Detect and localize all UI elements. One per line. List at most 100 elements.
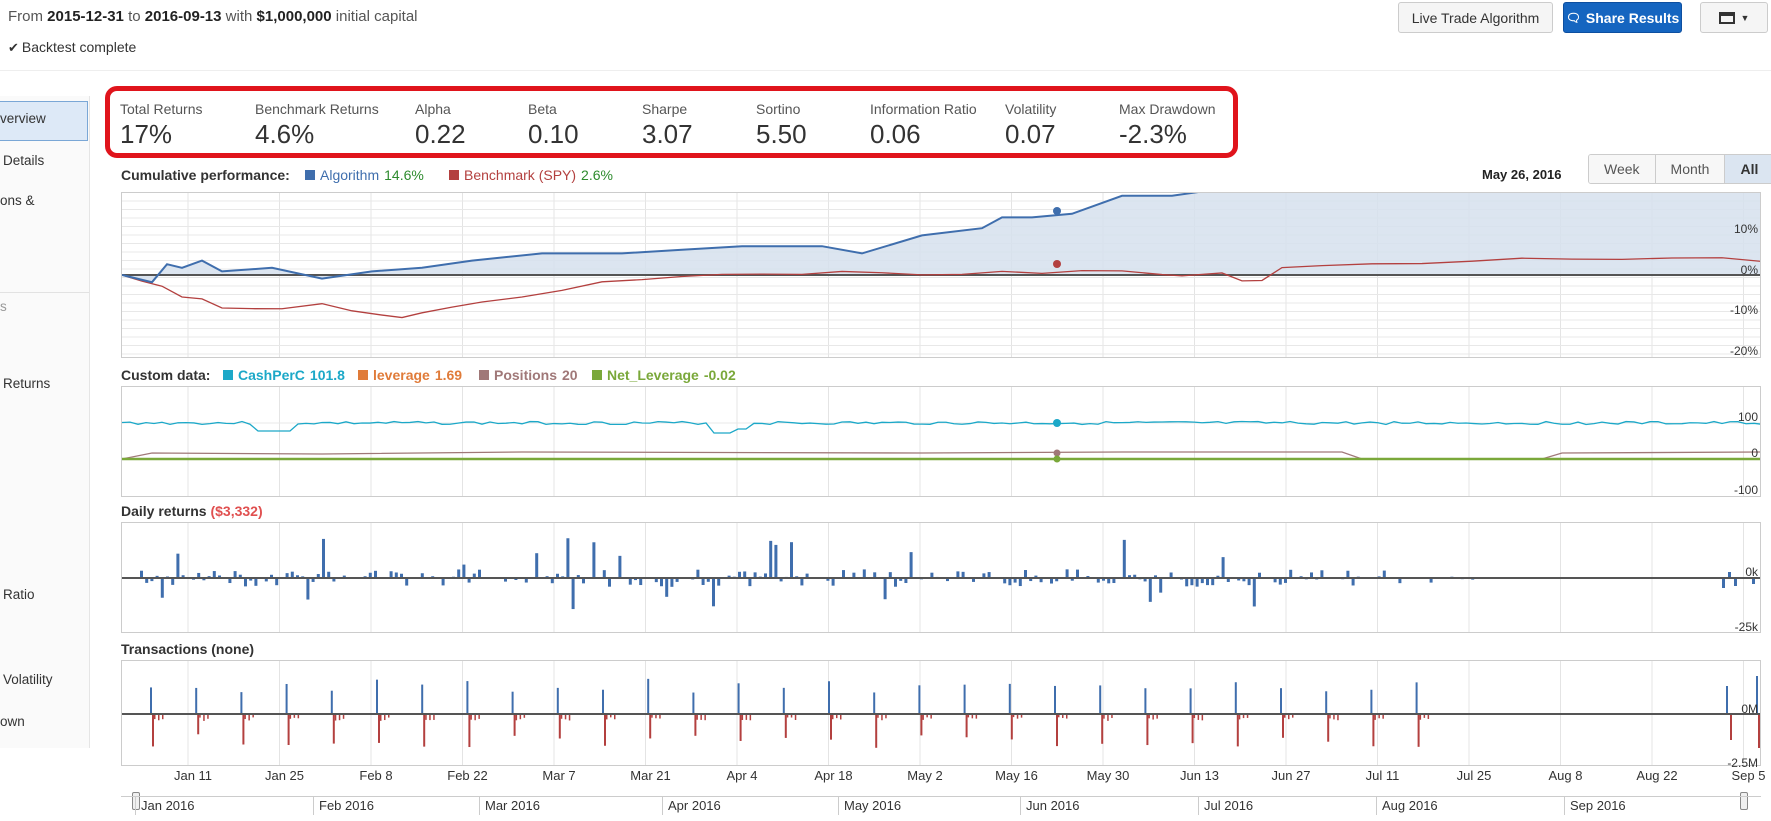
- transactions-chart[interactable]: [121, 660, 1761, 766]
- daily-return-bar: [618, 555, 622, 578]
- sell-bar: [1372, 714, 1375, 747]
- daily-title: Daily returns ($3,332): [121, 503, 263, 519]
- x-tick-label: Jul 11: [1365, 768, 1400, 783]
- cumulative-title: Cumulative performance:: [121, 167, 290, 183]
- x-tick-label: Jun 13: [1179, 768, 1220, 783]
- stat-value: 17%: [120, 119, 173, 149]
- stat-label: Sharpe: [642, 101, 688, 117]
- sidebar-item-ratio[interactable]: Ratio: [3, 587, 35, 602]
- daily-return-bar: [140, 570, 143, 578]
- daily-return-bar: [862, 569, 866, 578]
- range-week-button[interactable]: Week: [1589, 155, 1655, 183]
- sidebar-item-volatility[interactable]: Volatility: [3, 672, 53, 687]
- buy-bar: [692, 692, 695, 714]
- cumulative-chart[interactable]: [121, 192, 1761, 358]
- share-results-button[interactable]: 🗨 Share Results: [1563, 2, 1682, 33]
- stat-value: 3.07: [642, 119, 693, 149]
- daily-return-bar: [909, 552, 913, 578]
- legend-swatch: [479, 370, 489, 380]
- buy-bar: [1144, 688, 1147, 714]
- legend-swatch: [449, 170, 459, 180]
- daily-return-bar: [800, 578, 804, 586]
- sidebar-item-details[interactable]: Details: [3, 153, 44, 168]
- sidebar-item-drawdown[interactable]: own: [0, 714, 25, 729]
- live-trade-button[interactable]: Live Trade Algorithm: [1398, 2, 1553, 33]
- daily-return-bar: [566, 538, 570, 578]
- chat-icon: 🗨: [1565, 10, 1581, 25]
- daily-return-bar: [602, 570, 606, 578]
- daily-return-bar: [405, 578, 409, 586]
- check-icon: ✔: [8, 40, 19, 55]
- navigator-month-label: Sep 2016: [1564, 797, 1626, 815]
- buy-bar: [1325, 691, 1328, 714]
- daily-return-bar: [696, 569, 700, 578]
- daily-return-bar: [1247, 578, 1251, 586]
- buy-bar: [150, 687, 152, 714]
- sidebar-divider: [0, 292, 89, 293]
- stat-sortino: Sortino 5.50: [756, 101, 807, 150]
- navigator-month-label: Aug 2016: [1376, 797, 1438, 815]
- daily-return-bar: [842, 570, 845, 578]
- range-all-button[interactable]: All: [1724, 155, 1771, 183]
- daily-return-bar: [1221, 557, 1225, 578]
- range-month-button[interactable]: Month: [1654, 155, 1725, 183]
- x-tick-label: May 16: [995, 768, 1038, 783]
- x-tick-label: Apr 18: [814, 768, 853, 783]
- legend-algorithm[interactable]: Algorithm 14.6%: [305, 167, 424, 183]
- buy-bar: [1280, 688, 1282, 714]
- x-tick-label: Apr 4: [726, 768, 758, 783]
- sidebar-item-overview[interactable]: verview: [0, 111, 46, 126]
- daily-return-bar: [171, 578, 175, 585]
- navigator-month-label: Jun 2016: [1020, 797, 1080, 815]
- legend-swatch: [223, 370, 233, 380]
- x-tick-label: Feb 22: [447, 768, 488, 783]
- legend-positions[interactable]: Positions 20: [479, 367, 578, 383]
- daily-return-bar: [389, 571, 393, 578]
- caret-down-icon: ▼: [1740, 12, 1750, 23]
- range-navigator[interactable]: Jan 2016 Feb 2016 Mar 2016 Apr 2016 May 2016…: [121, 796, 1761, 821]
- sidebar-item-metrics[interactable]: s: [0, 299, 7, 314]
- sell-bar: [649, 714, 652, 739]
- legend-net-leverage[interactable]: Net_Leverage -0.02: [592, 367, 736, 383]
- sell-bar: [1417, 714, 1420, 747]
- table-icon: [1718, 11, 1735, 24]
- custom-data-chart[interactable]: [121, 386, 1761, 497]
- daily-return-bar: [769, 540, 773, 578]
- sidebar-item-returns[interactable]: Returns: [3, 376, 50, 391]
- sell-bar: [558, 714, 561, 739]
- y-tick: 0%: [1740, 263, 1758, 277]
- stat-total-returns: Total Returns 17%: [120, 101, 202, 150]
- daily-return-bar: [233, 571, 237, 578]
- sell-bar: [1730, 714, 1732, 740]
- buy-bar: [737, 683, 740, 714]
- legend-cashperc[interactable]: CashPerC 101.8: [223, 367, 345, 383]
- daily-return-bar: [322, 538, 325, 578]
- benchmark-marker: [1053, 260, 1061, 268]
- daily-return-bar: [1734, 578, 1737, 586]
- daily-return-bar: [462, 564, 466, 578]
- layout-menu-button[interactable]: ▼: [1700, 2, 1768, 33]
- sell-bar: [332, 714, 335, 744]
- legend-benchmark[interactable]: Benchmark (SPY) 2.6%: [449, 167, 613, 183]
- y-tick: 100: [1737, 410, 1758, 424]
- legend-leverage[interactable]: leverage 1.69: [358, 367, 462, 383]
- stat-label: Benchmark Returns: [255, 101, 379, 117]
- daily-return-bar: [1289, 569, 1293, 578]
- stat-value: 0.10: [528, 119, 579, 149]
- stat-label: Volatility: [1005, 101, 1057, 117]
- daily-return-bar: [441, 578, 445, 586]
- legend-swatch: [305, 170, 315, 180]
- y-tick: -100: [1733, 483, 1758, 497]
- y-tick: -25k: [1734, 620, 1758, 634]
- buy-bar: [1370, 689, 1373, 714]
- y-tick: 0k: [1745, 565, 1758, 579]
- buy-bar: [918, 685, 921, 714]
- daily-returns-chart[interactable]: [121, 522, 1761, 633]
- sidebar-item-positions[interactable]: ons &: [0, 193, 35, 208]
- buy-bar: [1099, 685, 1102, 714]
- backtest-status: ✔ Backtest complete: [8, 39, 137, 55]
- daily-return-bar: [1195, 578, 1199, 587]
- sell-bar: [197, 714, 200, 735]
- x-axis: Jan 11 Jan 25 Feb 8 Feb 22 Mar 7 Mar 21 Apr 4 A…: [121, 768, 1766, 784]
- x-tick-label: Sep 5: [1731, 768, 1766, 783]
